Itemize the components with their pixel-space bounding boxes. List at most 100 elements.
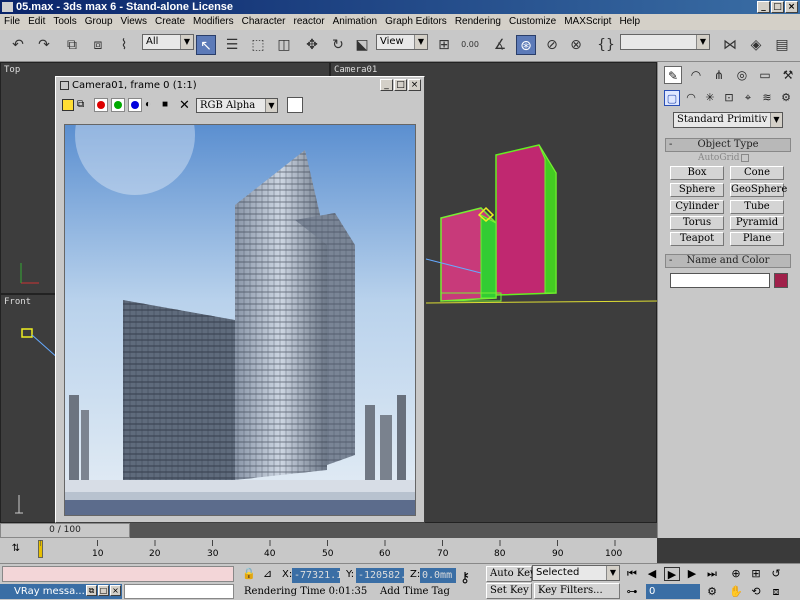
track-bar[interactable]: ⇅ 10 20 30 40 50 60 70 80 90 100 — [0, 538, 657, 563]
menu-create[interactable]: Create — [151, 14, 189, 30]
current-frame-field[interactable]: 0 — [646, 584, 700, 599]
previous-frame-icon[interactable]: ◀ — [644, 567, 660, 581]
maximize-button[interactable]: □ — [771, 1, 784, 13]
geosphere-button[interactable]: GeoSphere — [730, 183, 787, 197]
render-window-maximize-button[interactable]: □ — [394, 79, 407, 91]
undo-icon[interactable]: ↶ — [8, 35, 28, 55]
close-button[interactable]: × — [785, 1, 798, 13]
systems-icon[interactable]: ⚙ — [778, 90, 794, 106]
save-bitmap-icon[interactable] — [62, 99, 74, 111]
clear-icon[interactable]: ✕ — [179, 98, 193, 112]
cameras-icon[interactable]: ⊡ — [721, 90, 737, 106]
autogrid-checkbox[interactable]: AutoGrid — [698, 153, 750, 163]
angle-snap-icon[interactable]: ∡ — [490, 35, 510, 55]
menu-rendering[interactable]: Rendering — [451, 14, 505, 30]
lock-selection-icon[interactable]: 🔒 — [242, 567, 256, 580]
viewport-top-label[interactable]: Top — [4, 65, 20, 75]
add-time-tag[interactable]: Add Time Tag — [380, 585, 456, 599]
auto-key-button[interactable]: Auto Key — [486, 566, 536, 582]
play-icon[interactable]: ▶ — [664, 567, 680, 581]
orbit-icon[interactable]: ↺ — [768, 567, 784, 581]
channel-display-dropdown[interactable]: RGB Alpha ▼ — [196, 97, 278, 113]
helpers-icon[interactable]: ⌖ — [740, 90, 756, 106]
go-to-start-icon[interactable]: ⏮ — [624, 567, 640, 581]
object-type-rollout[interactable]: - Object Type — [665, 138, 791, 152]
space-warps-icon[interactable]: ≋ — [759, 90, 775, 106]
reference-coord-dropdown[interactable]: View ▼ — [376, 34, 428, 50]
select-object-icon[interactable]: ↖ — [196, 35, 216, 55]
teapot-button[interactable]: Teapot — [670, 232, 724, 246]
spinner-snap-icon[interactable]: 0.00 — [460, 35, 480, 55]
vray-maximize-button[interactable]: □ — [98, 585, 109, 596]
named-selection-dropdown[interactable]: ▼ — [620, 34, 710, 50]
hierarchy-tab-icon[interactable]: ⋔ — [710, 66, 728, 84]
time-slider[interactable]: 0 / 100 — [0, 523, 657, 538]
object-color-swatch[interactable] — [774, 273, 788, 288]
scale-icon[interactable]: ⬕ — [352, 35, 372, 55]
menu-maxscript[interactable]: MAXScript — [560, 14, 615, 30]
transform-mode-icon[interactable]: ⊿ — [263, 567, 272, 580]
render-window-minimize-button[interactable]: _ — [380, 79, 393, 91]
maxscript-listener[interactable] — [2, 566, 234, 582]
time-config-icon[interactable]: ⚙ — [704, 585, 720, 599]
minimize-button[interactable]: _ — [757, 1, 770, 13]
mirror-icon[interactable]: ⋈ — [720, 35, 740, 55]
cone-button[interactable]: Cone — [730, 166, 784, 180]
box-button[interactable]: Box — [670, 166, 724, 180]
key-mode-dropdown[interactable]: Selected ▼ — [532, 565, 620, 581]
key-filters-button[interactable]: Key Filters... — [534, 583, 620, 599]
name-color-rollout[interactable]: - Name and Color — [665, 254, 791, 268]
blue-channel-toggle[interactable] — [128, 98, 142, 112]
menu-help[interactable]: Help — [615, 14, 644, 30]
curve-editor-icon[interactable]: ⇅ — [8, 542, 24, 556]
menu-views[interactable]: Views — [117, 14, 152, 30]
y-coord-field[interactable]: -120582. — [356, 568, 404, 583]
key-mode-toggle-icon[interactable]: ⊶ — [624, 585, 640, 599]
snap-toggle-icon[interactable]: ⊛ — [516, 35, 536, 55]
create-tab-icon[interactable]: ✎ — [664, 66, 682, 84]
alpha-channel-icon[interactable]: ■ — [162, 98, 176, 112]
green-channel-toggle[interactable] — [111, 98, 125, 112]
redo-icon[interactable]: ↷ — [34, 35, 54, 55]
next-frame-icon[interactable]: ▶ — [684, 567, 700, 581]
menu-tools[interactable]: Tools — [49, 14, 80, 30]
time-slider-handle[interactable]: 0 / 100 — [0, 523, 130, 538]
render-window-close-button[interactable]: × — [408, 79, 421, 91]
align-icon[interactable]: ◈ — [746, 35, 766, 55]
clone-window-icon[interactable]: ⧉ — [77, 99, 91, 111]
layer-manager-icon[interactable]: ▤ — [772, 35, 792, 55]
edit-named-sel-icon[interactable]: {} — [596, 35, 616, 55]
display-tab-icon[interactable]: ▭ — [756, 66, 774, 84]
selection-region-icon[interactable]: ⬚ — [248, 35, 268, 55]
sphere-button[interactable]: Sphere — [670, 183, 724, 197]
menu-group[interactable]: Group — [81, 14, 117, 30]
go-to-end-icon[interactable]: ⏭ — [704, 567, 720, 581]
pyramid-button[interactable]: Pyramid — [730, 216, 784, 230]
menu-character[interactable]: Character — [238, 14, 290, 30]
zoom-all-icon[interactable]: ⊞ — [748, 567, 764, 581]
object-name-input[interactable] — [670, 273, 770, 288]
red-channel-toggle[interactable] — [94, 98, 108, 112]
vray-close-button[interactable]: × — [110, 585, 121, 596]
bind-space-warp-icon[interactable]: ⌇ — [114, 35, 134, 55]
menu-animation[interactable]: Animation — [329, 14, 381, 30]
viewport-front-label[interactable]: Front — [4, 297, 31, 307]
menu-reactor[interactable]: reactor — [290, 14, 329, 30]
lights-icon[interactable]: ✳ — [702, 90, 718, 106]
mirror-snap-icon[interactable]: ⊗ — [566, 35, 586, 55]
set-key-button[interactable]: Set Key — [486, 583, 532, 599]
render-window-titlebar[interactable]: Camera01, frame 0 (1:1) _ □ × — [58, 79, 422, 92]
select-by-name-icon[interactable]: ☰ — [222, 35, 242, 55]
rotate-icon[interactable]: ↻ — [328, 35, 348, 55]
plane-button[interactable]: Plane — [730, 232, 784, 246]
x-coord-field[interactable]: -77321.1 — [292, 568, 340, 583]
menu-edit[interactable]: Edit — [24, 14, 49, 30]
selection-filter-dropdown[interactable]: All ▼ — [142, 34, 194, 50]
maximize-viewport-icon[interactable]: ⧈ — [768, 585, 784, 599]
geometry-icon[interactable]: ▢ — [664, 90, 680, 106]
menu-modifiers[interactable]: Modifiers — [189, 14, 238, 30]
menu-customize[interactable]: Customize — [505, 14, 560, 30]
tube-button[interactable]: Tube — [730, 200, 784, 214]
arc-rotate-icon[interactable]: ⟲ — [748, 585, 764, 599]
zoom-icon[interactable]: ⊕ — [728, 567, 744, 581]
